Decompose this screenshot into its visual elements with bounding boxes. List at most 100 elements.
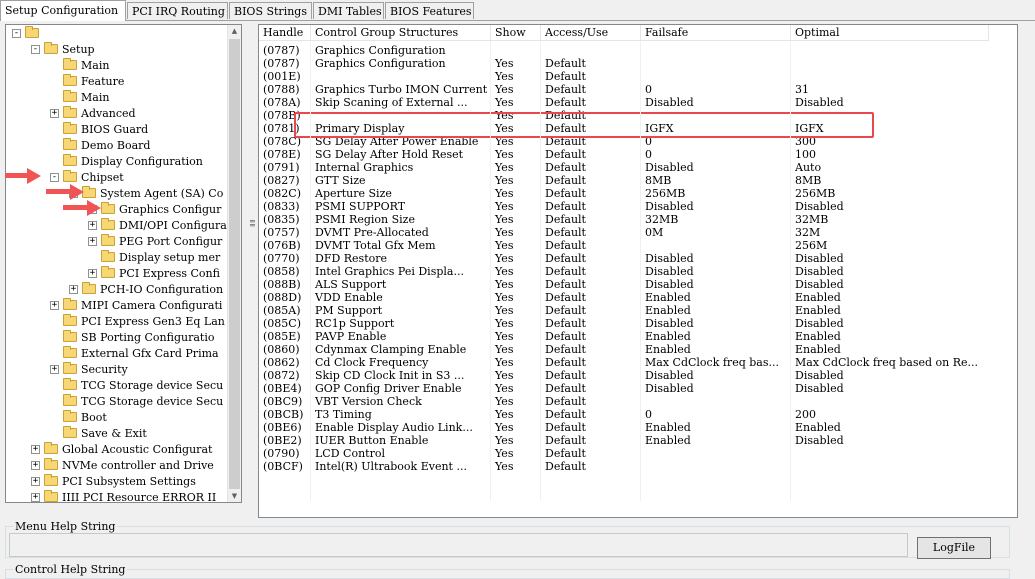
tree-node[interactable]: TCG Storage device Secu <box>6 378 228 394</box>
table-cell: Enabled <box>795 291 841 304</box>
tree-node[interactable]: + NVMe controller and Drive <box>6 458 228 474</box>
tree-node[interactable]: Boot <box>6 410 228 426</box>
expand-icon[interactable]: + <box>50 109 59 118</box>
table-row[interactable]: (088D) VDD Enable Yes Default Enabled Enabled <box>259 291 989 304</box>
table-cell: 200 <box>795 408 816 421</box>
column-header[interactable]: Failsafe <box>641 25 791 41</box>
tree-node[interactable]: Display setup mer <box>6 250 228 266</box>
table-row[interactable]: (0827) GTT Size Yes Default 8MB 8MB <box>259 174 989 187</box>
control-help-group <box>5 569 1010 579</box>
splitter-grip[interactable]: ═ ═ <box>250 218 255 234</box>
control-structures-table[interactable]: Handle Control Group Structures Show Access… <box>258 24 1018 518</box>
scroll-up-icon[interactable]: ▲ <box>228 25 241 37</box>
table-row[interactable]: (0770) DFD Restore Yes Default Disabled Disab… <box>259 252 989 265</box>
table-row[interactable]: (076B) DVMT Total Gfx Mem Yes Default 256M <box>259 239 989 252</box>
collapse-icon[interactable]: - <box>12 29 21 38</box>
tree-node[interactable]: SB Porting Configuratio <box>6 330 228 346</box>
table-cell: Yes <box>495 148 514 161</box>
table-row[interactable]: (0BC9) VBT Version Check Yes Default <box>259 395 989 408</box>
tree-node[interactable]: + PCI Express Confi <box>6 266 228 282</box>
tree-node[interactable]: + Global Acoustic Configurat <box>6 442 228 458</box>
column-header[interactable]: Control Group Structures <box>311 25 491 41</box>
table-row[interactable]: (085C) RC1p Support Yes Default Disabled Disa… <box>259 317 989 330</box>
table-row[interactable]: (0BE6) Enable Display Audio Link... Yes Def… <box>259 421 989 434</box>
table-row[interactable]: (0862) Cd Clock Frequency Yes Default Max Cd… <box>259 356 989 369</box>
tree-node[interactable]: External Gfx Card Prima <box>6 346 228 362</box>
tree-node[interactable]: Main <box>6 90 228 106</box>
tree-node[interactable]: + PCH-IO Configuration <box>6 282 228 298</box>
table-row[interactable]: (0BCB) T3 Timing Yes Default 0 200 <box>259 408 989 421</box>
table-row[interactable]: (0787) Graphics Configuration Yes Default <box>259 57 989 70</box>
tree-node[interactable]: + Graphics Configur <box>6 202 228 218</box>
tree-node-label: Display setup mer <box>119 251 221 264</box>
logfile-button[interactable]: LogFile <box>917 537 991 559</box>
expand-icon[interactable]: + <box>88 221 97 230</box>
table-row[interactable]: (0BCF) Intel(R) Ultrabook Event ... Yes Def… <box>259 460 989 473</box>
table-row[interactable]: (078A) Skip Scaning of External ... Yes Def… <box>259 96 989 109</box>
table-row[interactable]: (0858) Intel Graphics Pei Displa... Yes Def… <box>259 265 989 278</box>
table-row[interactable]: (082C) Aperture Size Yes Default 256MB 256MB <box>259 187 989 200</box>
tree-node[interactable]: + PCI Subsystem Settings <box>6 474 228 490</box>
table-row[interactable]: (0757) DVMT Pre-Allocated Yes Default 0M 32M <box>259 226 989 239</box>
expand-icon[interactable]: + <box>31 461 40 470</box>
tree-node[interactable]: PCI Express Gen3 Eq Lan <box>6 314 228 330</box>
tree-node[interactable]: + IIII PCI Resource ERROR II <box>6 490 228 502</box>
tree-node[interactable]: Main <box>6 58 228 74</box>
table-row[interactable]: (085A) PM Support Yes Default Enabled Enabled <box>259 304 989 317</box>
table-row[interactable]: (0833) PSMI SUPPORT Yes Default Disabled Disa… <box>259 200 989 213</box>
column-header[interactable]: Access/Use <box>541 25 641 41</box>
tree-node[interactable]: + Security <box>6 362 228 378</box>
expand-icon[interactable]: + <box>31 493 40 502</box>
table-row[interactable]: (0BE2) IUER Button Enable Yes Default Enable… <box>259 434 989 447</box>
table-row[interactable]: (0BE4) GOP Config Driver Enable Yes Default… <box>259 382 989 395</box>
tree-node[interactable]: Save & Exit <box>6 426 228 442</box>
expand-icon[interactable]: + <box>69 285 78 294</box>
tab-setup-configuration[interactable]: Setup Configuration <box>0 0 126 21</box>
table-cell: Enabled <box>645 343 691 356</box>
table-cell: Yes <box>495 57 514 70</box>
table-row[interactable]: (0860) Cdynmax Clamping Enable Yes Default E… <box>259 343 989 356</box>
table-row[interactable]: (0788) Graphics Turbo IMON Current Yes Defa… <box>259 83 989 96</box>
tree-node[interactable]: Demo Board <box>6 138 228 154</box>
table-row[interactable]: (0835) PSMI Region Size Yes Default 32MB 32MB <box>259 213 989 226</box>
tree-node[interactable]: + Advanced <box>6 106 228 122</box>
tree-node[interactable]: + DMI/OPI Configura <box>6 218 228 234</box>
tree-node[interactable]: TCG Storage device Secu <box>6 394 228 410</box>
tab-bios-strings[interactable]: BIOS Strings <box>229 2 312 19</box>
column-header[interactable]: Optimal <box>791 25 989 41</box>
tree-scroll-thumb[interactable] <box>229 39 240 489</box>
expand-icon[interactable]: + <box>88 269 97 278</box>
table-row[interactable]: (001E) Yes Default <box>259 70 989 83</box>
tree-node[interactable]: + MIPI Camera Configurati <box>6 298 228 314</box>
tree-vertical-scrollbar[interactable]: ▲ ▼ <box>227 25 241 502</box>
tree-node[interactable]: - System Agent (SA) Co <box>6 186 228 202</box>
table-row[interactable]: (0787) Graphics Configuration <box>259 44 989 57</box>
table-row[interactable]: (078E) SG Delay After Hold Reset Yes Defaul… <box>259 148 989 161</box>
table-cell: Yes <box>495 343 514 356</box>
tree-node[interactable]: + PEG Port Configur <box>6 234 228 250</box>
tree-node[interactable]: - <box>6 26 228 42</box>
tree-node[interactable]: BIOS Guard <box>6 122 228 138</box>
column-header[interactable]: Show <box>491 25 541 41</box>
table-cell <box>641 239 791 252</box>
collapse-icon[interactable]: - <box>31 45 40 54</box>
table-row[interactable]: (085E) PAVP Enable Yes Default Enabled Enable… <box>259 330 989 343</box>
table-row[interactable]: (0790) LCD Control Yes Default <box>259 447 989 460</box>
expand-icon[interactable]: + <box>31 477 40 486</box>
table-row[interactable]: (088B) ALS Support Yes Default Disabled Disab… <box>259 278 989 291</box>
tab-dmi-tables[interactable]: DMI Tables <box>313 2 384 19</box>
column-header[interactable]: Handle <box>259 25 311 41</box>
collapse-icon[interactable]: - <box>50 173 59 182</box>
setup-tree[interactable]: - - Setup Main Feature Main + Advanced BIOS Guar… <box>5 24 242 503</box>
expand-icon[interactable]: + <box>31 445 40 454</box>
tree-node[interactable]: - Setup <box>6 42 228 58</box>
expand-icon[interactable]: + <box>88 237 97 246</box>
tree-node[interactable]: Feature <box>6 74 228 90</box>
tab-pci-irq-routing[interactable]: PCI IRQ Routing <box>127 2 228 19</box>
table-row[interactable]: (0872) Skip CD Clock Init in S3 ... Yes Def… <box>259 369 989 382</box>
expand-icon[interactable]: + <box>50 301 59 310</box>
tab-bios-features[interactable]: BIOS Features <box>385 2 474 19</box>
table-row[interactable]: (0791) Internal Graphics Yes Default Disable… <box>259 161 989 174</box>
expand-icon[interactable]: + <box>50 365 59 374</box>
scroll-down-icon[interactable]: ▼ <box>228 490 241 502</box>
